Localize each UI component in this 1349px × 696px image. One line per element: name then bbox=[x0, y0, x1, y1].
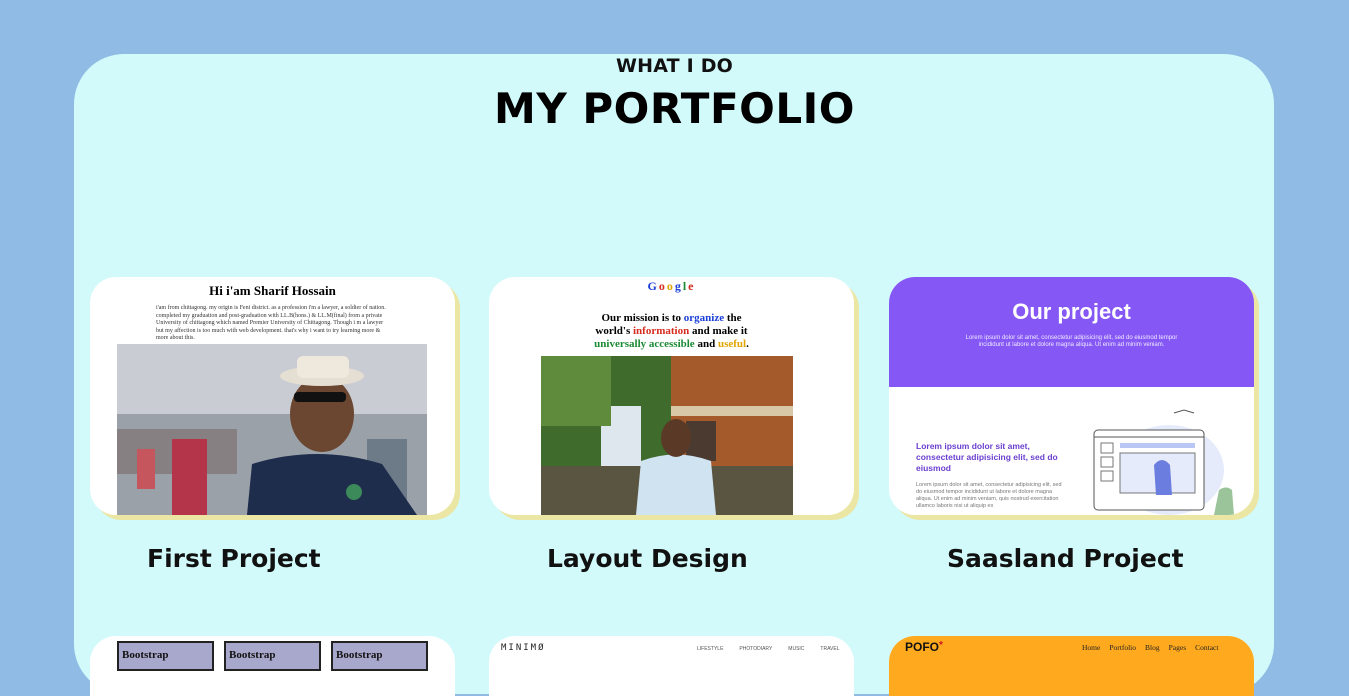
hero-band bbox=[889, 277, 1254, 387]
minimo-logo: MINIMØ bbox=[501, 643, 546, 653]
pofo-logo: POFO* bbox=[905, 640, 943, 654]
project-card-first[interactable]: Hi i'am Sharif Hossain i'am from chittag… bbox=[90, 277, 455, 515]
project-caption-saasland[interactable]: Saasland Project bbox=[947, 544, 1184, 573]
project-card-minimo[interactable]: MINIMØ LIFESTYLE PHOTODIARY MUSIC TRAVEL bbox=[489, 636, 854, 696]
project-caption-layout[interactable]: Layout Design bbox=[547, 544, 748, 573]
bootstrap-tile: Bootstrap bbox=[117, 641, 214, 671]
mission-text: Our mission is to organize the world's i… bbox=[594, 312, 749, 350]
preview-heading: Hi i'am Sharif Hossain bbox=[209, 283, 336, 298]
project-card-bootstrap[interactable]: Bootstrap Bootstrap Bootstrap bbox=[90, 636, 455, 696]
preview-subheading: Lorem ipsum dolor sit amet, consectetur … bbox=[916, 441, 1058, 473]
dashboard-illustration bbox=[1093, 409, 1234, 515]
bootstrap-tile: Bootstrap bbox=[331, 641, 428, 671]
minimo-nav: LIFESTYLE PHOTODIARY MUSIC TRAVEL bbox=[697, 646, 840, 652]
pofo-nav: Home Portfolio Blog Pages Contact bbox=[1082, 643, 1219, 652]
bootstrap-tile: Bootstrap bbox=[224, 641, 321, 671]
portrait-photo bbox=[117, 344, 427, 515]
section-title: MY PORTFOLIO bbox=[494, 84, 855, 133]
preview-heading: Our project bbox=[1012, 299, 1131, 324]
preview-text: i'am from chittagong. my origin is Feni … bbox=[156, 305, 386, 341]
google-logo: Google bbox=[647, 279, 696, 293]
section-eyebrow: WHAT I DO bbox=[615, 55, 734, 77]
preview-lorem: Lorem ipsum dolor sit amet, consectetur … bbox=[965, 335, 1178, 348]
project-card-saasland[interactable]: Our project Lorem ipsum dolor sit amet, … bbox=[889, 277, 1254, 515]
project-card-layout[interactable]: Google Our mission is to organize the wo… bbox=[489, 277, 854, 515]
preview-body: Lorem ipsum dolor sit amet, consectetur … bbox=[916, 482, 1062, 509]
project-card-pofo[interactable]: POFO* Home Portfolio Blog Pages Contact bbox=[889, 636, 1254, 696]
project-caption-first[interactable]: First Project bbox=[147, 544, 321, 573]
outdoor-photo bbox=[541, 356, 793, 515]
